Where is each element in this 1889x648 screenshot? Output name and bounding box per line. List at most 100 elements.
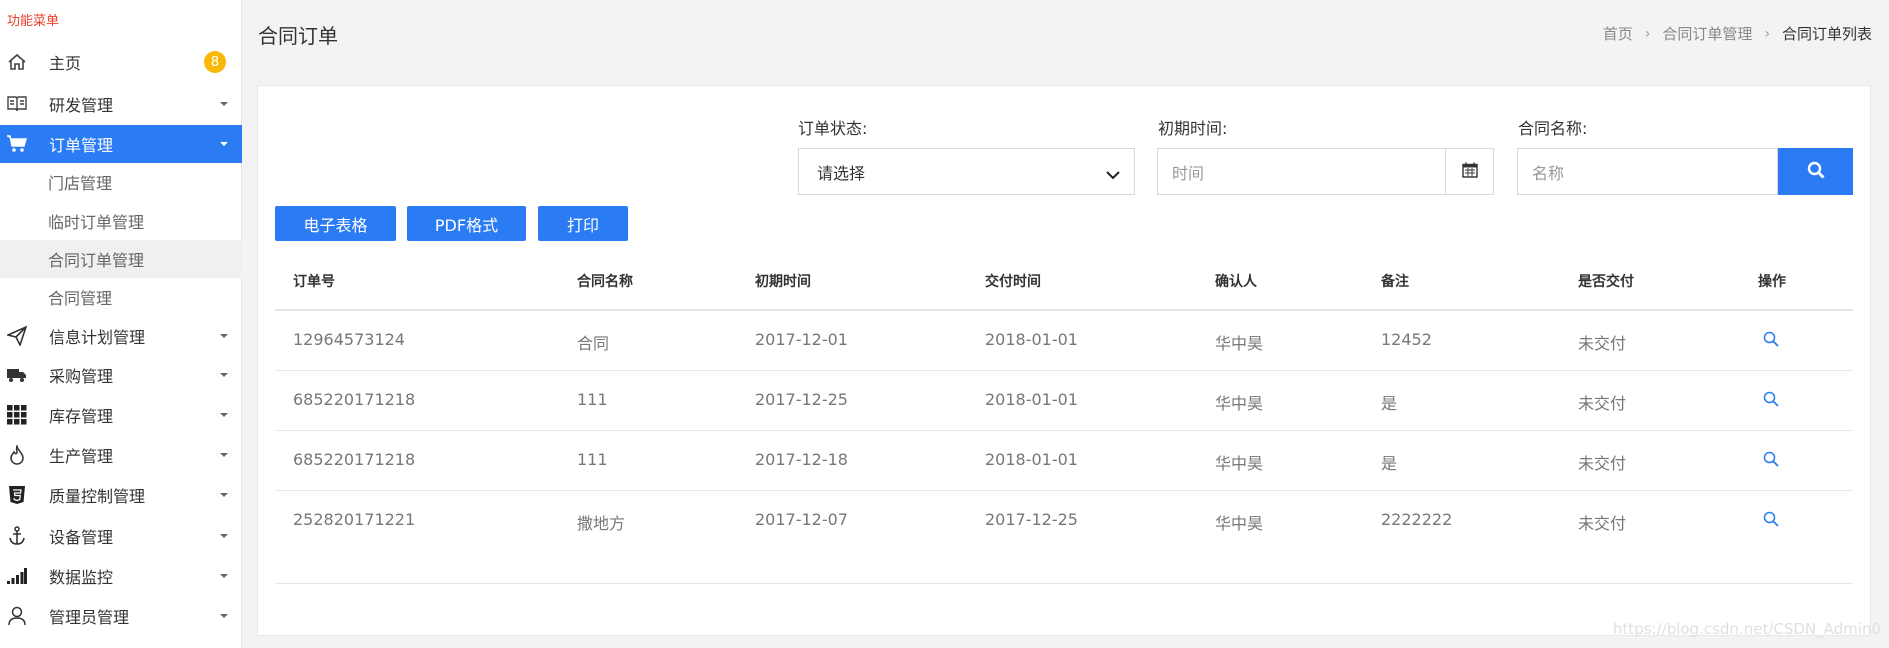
nav-item-production[interactable]: 生产管理 bbox=[0, 436, 242, 474]
cell-confirmer: 华中昊 bbox=[1215, 514, 1264, 533]
date-label: 初期时间: bbox=[1158, 119, 1228, 138]
caret-down-icon bbox=[220, 493, 228, 497]
view-button[interactable] bbox=[1763, 451, 1779, 471]
date-input[interactable]: 时间 bbox=[1157, 148, 1446, 195]
shield-icon bbox=[6, 484, 28, 506]
view-button[interactable] bbox=[1763, 331, 1779, 351]
nav-item-orders[interactable]: 订单管理 bbox=[0, 125, 242, 163]
caret-down-icon bbox=[220, 413, 228, 417]
notification-badge: 8 bbox=[204, 51, 226, 73]
nav-item-label: 质量控制管理 bbox=[49, 487, 146, 506]
cell-order-no: 685220171218 bbox=[293, 390, 416, 409]
export-excel-button[interactable]: 电子表格 bbox=[275, 206, 396, 241]
status-label: 订单状态: bbox=[798, 119, 868, 138]
search-icon bbox=[1807, 161, 1825, 183]
search-icon bbox=[1763, 451, 1779, 471]
cell-delivery-date: 2017-12-25 bbox=[985, 510, 1078, 529]
nav-item-purchase[interactable]: 采购管理 bbox=[0, 356, 242, 394]
column-header-contract-name: 合同名称 bbox=[577, 274, 633, 290]
print-button[interactable]: 打印 bbox=[538, 206, 628, 241]
view-button[interactable] bbox=[1763, 391, 1779, 411]
caret-down-icon bbox=[220, 534, 228, 538]
cell-delivery-date: 2018-01-01 bbox=[985, 390, 1078, 409]
nav-item-label: 设备管理 bbox=[49, 528, 114, 547]
export-pdf-button[interactable]: PDF格式 bbox=[407, 206, 526, 241]
calendar-icon bbox=[1461, 162, 1478, 182]
breadcrumb-contract-orders[interactable]: 合同订单管理 bbox=[1662, 23, 1752, 44]
sub-item-temp-orders[interactable]: 临时订单管理 bbox=[0, 202, 242, 240]
cell-order-no: 252820171221 bbox=[293, 510, 416, 529]
search-icon bbox=[1763, 331, 1779, 351]
fire-icon bbox=[6, 444, 28, 466]
search-button[interactable] bbox=[1778, 148, 1853, 195]
caret-down-icon bbox=[220, 614, 228, 618]
status-select-value: 请选择 bbox=[817, 163, 866, 183]
cell-start-date: 2017-12-07 bbox=[755, 510, 848, 529]
home-icon bbox=[6, 51, 28, 73]
nav-item-equipment[interactable]: 设备管理 bbox=[0, 517, 242, 555]
view-button[interactable] bbox=[1763, 511, 1779, 531]
nav-item-label: 采购管理 bbox=[49, 367, 114, 386]
nav-item-label: 管理员管理 bbox=[49, 608, 130, 627]
nav-item-quality[interactable]: 质量控制管理 bbox=[0, 476, 242, 514]
page-title: 合同订单 bbox=[258, 24, 338, 48]
nav-item-plan[interactable]: 信息计划管理 bbox=[0, 317, 242, 355]
cell-remark: 2222222 bbox=[1381, 510, 1453, 529]
nav-item-inventory[interactable]: 库存管理 bbox=[0, 396, 242, 434]
name-input[interactable]: 名称 bbox=[1517, 148, 1778, 195]
nav-item-label: 信息计划管理 bbox=[49, 328, 146, 347]
calendar-button[interactable] bbox=[1446, 148, 1494, 195]
paper-plane-icon bbox=[6, 325, 28, 347]
cell-start-date: 2017-12-01 bbox=[755, 330, 848, 349]
book-icon bbox=[6, 93, 28, 115]
nav-item-rd[interactable]: 研发管理 bbox=[0, 85, 242, 123]
breadcrumb: 首页 › 合同订单管理 › 合同订单列表 bbox=[1603, 23, 1872, 44]
cell-start-date: 2017-12-25 bbox=[755, 390, 848, 409]
nav-item-label: 库存管理 bbox=[49, 407, 114, 426]
cell-order-no: 685220171218 bbox=[293, 450, 416, 469]
caret-down-icon bbox=[220, 373, 228, 377]
table-bottom-divider bbox=[275, 583, 1853, 584]
name-input-placeholder: 名称 bbox=[1532, 163, 1565, 183]
cell-contract-name: 111 bbox=[577, 450, 608, 469]
nav-item-monitor[interactable]: 数据监控 bbox=[0, 557, 242, 595]
column-header-order-no: 订单号 bbox=[293, 274, 335, 290]
caret-down-icon bbox=[220, 334, 228, 338]
column-header-actions: 操作 bbox=[1758, 274, 1786, 290]
column-header-start-date: 初期时间 bbox=[755, 274, 811, 290]
caret-down-icon bbox=[220, 142, 228, 146]
nav-item-admin[interactable]: 管理员管理 bbox=[0, 597, 242, 635]
cell-delivery-date: 2018-01-01 bbox=[985, 450, 1078, 469]
cell-remark: 12452 bbox=[1381, 330, 1432, 349]
date-input-placeholder: 时间 bbox=[1172, 163, 1205, 183]
truck-icon bbox=[6, 364, 28, 386]
sub-item-store[interactable]: 门店管理 bbox=[0, 163, 242, 201]
breadcrumb-home[interactable]: 首页 bbox=[1603, 23, 1633, 44]
chevron-down-icon bbox=[1106, 165, 1120, 184]
column-header-delivered: 是否交付 bbox=[1578, 274, 1634, 290]
status-select[interactable]: 请选择 bbox=[798, 148, 1135, 195]
breadcrumb-current: 合同订单列表 bbox=[1781, 25, 1872, 43]
user-icon bbox=[6, 605, 28, 627]
caret-down-icon bbox=[220, 574, 228, 578]
cell-contract-name: 合同 bbox=[577, 334, 610, 353]
name-label: 合同名称: bbox=[1518, 119, 1588, 138]
nav-item-label: 订单管理 bbox=[49, 136, 114, 155]
row-divider bbox=[275, 370, 1853, 371]
sub-item-contracts[interactable]: 合同管理 bbox=[0, 278, 242, 316]
cell-start-date: 2017-12-18 bbox=[755, 450, 848, 469]
nav-item-home[interactable]: 主页 8 bbox=[0, 43, 242, 81]
nav-item-label: 主页 bbox=[49, 54, 82, 73]
row-divider bbox=[275, 490, 1853, 491]
cell-confirmer: 华中昊 bbox=[1215, 394, 1264, 413]
cell-delivered: 未交付 bbox=[1578, 394, 1627, 413]
column-header-remark: 备注 bbox=[1381, 274, 1409, 290]
chevron-right-icon: › bbox=[1764, 25, 1770, 42]
cart-icon bbox=[6, 133, 28, 155]
search-icon bbox=[1763, 511, 1779, 531]
sub-item-contract-orders[interactable]: 合同订单管理 bbox=[0, 240, 242, 278]
cell-confirmer: 华中昊 bbox=[1215, 454, 1264, 473]
column-header-confirmer: 确认人 bbox=[1215, 274, 1257, 290]
cell-remark: 是 bbox=[1381, 454, 1398, 473]
cell-remark: 是 bbox=[1381, 394, 1398, 413]
